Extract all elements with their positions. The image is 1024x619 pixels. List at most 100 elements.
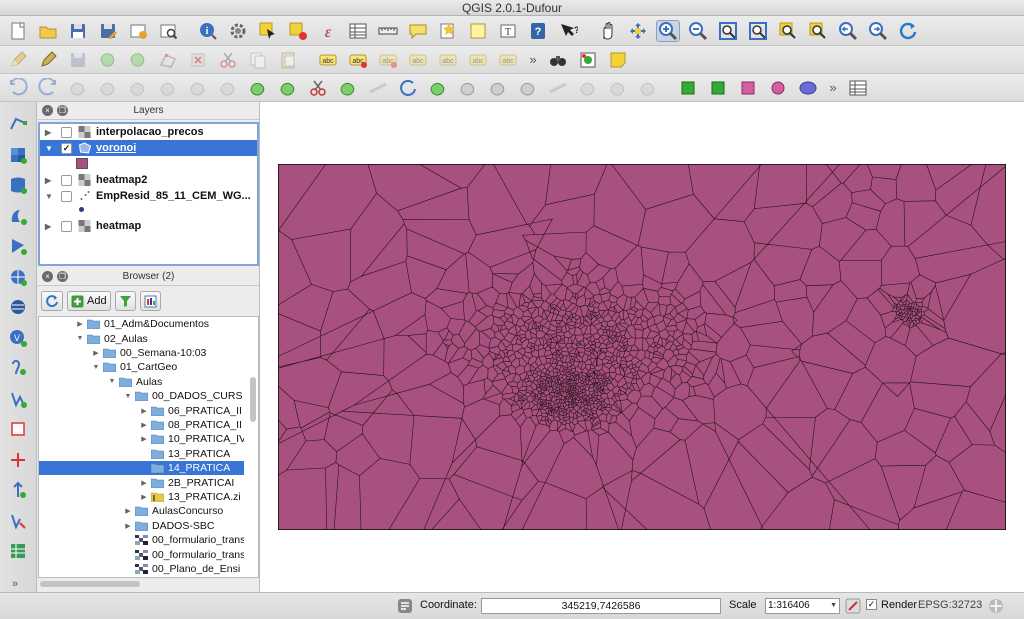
- current-edits-button[interactable]: [6, 49, 30, 71]
- voronoi-map-layer[interactable]: [278, 164, 1006, 530]
- chevron-down-icon[interactable]: ▼: [45, 144, 55, 153]
- close-panel-icon[interactable]: ×: [42, 271, 53, 282]
- add-postgis-layer-button[interactable]: [6, 174, 30, 196]
- chevron-down-icon[interactable]: ▼: [123, 393, 133, 400]
- tree-item[interactable]: ▶ 13_PRATICA.zi: [39, 490, 244, 504]
- paste-features-button[interactable]: [276, 49, 300, 71]
- layer-item[interactable]: ▼ ✓ voronoi: [40, 140, 257, 156]
- whats-this-button[interactable]: ?: [556, 20, 580, 42]
- undo-button[interactable]: [6, 77, 30, 99]
- simplify-feature-button[interactable]: [66, 77, 90, 99]
- poly-tool-a-button[interactable]: [456, 77, 480, 99]
- zoom-out-button[interactable]: [686, 20, 710, 42]
- measure-button[interactable]: [376, 20, 400, 42]
- zoom-in-button[interactable]: [656, 19, 680, 42]
- add-vector-layer-button[interactable]: [6, 113, 30, 135]
- chevron-right-icon[interactable]: ▶: [139, 479, 149, 487]
- save-as-button[interactable]: [96, 20, 120, 42]
- poly-tool-b-button[interactable]: [486, 77, 510, 99]
- text-annotation-button[interactable]: T: [496, 20, 520, 42]
- merge-attributes-button[interactable]: [426, 77, 450, 99]
- new-print-composer-button[interactable]: [126, 20, 150, 42]
- chevron-right-icon[interactable]: ▶: [123, 522, 133, 530]
- add-ring-button[interactable]: [96, 77, 120, 99]
- save-layer-edits-button[interactable]: [66, 49, 90, 71]
- shape-tool-a-button[interactable]: [576, 77, 600, 99]
- shape-tool-c-button[interactable]: [636, 77, 660, 99]
- rotate-point-symbols-button[interactable]: [396, 77, 420, 99]
- move-label-button[interactable]: abc: [436, 49, 460, 71]
- chevron-down-icon[interactable]: ▼: [107, 378, 117, 385]
- rectangle-tool-button[interactable]: [676, 77, 700, 99]
- layer-visibility-checkbox[interactable]: [61, 220, 72, 232]
- chevron-down-icon[interactable]: ▼: [45, 192, 55, 201]
- tree-item[interactable]: 14_PRATICA: [39, 461, 244, 476]
- square-tool-button[interactable]: [706, 77, 730, 99]
- messages-icon[interactable]: [397, 598, 413, 614]
- zoom-last-button[interactable]: [836, 20, 860, 42]
- layer-visibility-checkbox[interactable]: ✓: [61, 142, 72, 154]
- pin-labels-button[interactable]: abc: [376, 49, 400, 71]
- split-features-button[interactable]: [306, 77, 330, 99]
- add-wfs-layer-button[interactable]: V: [6, 327, 30, 349]
- add-part-button[interactable]: [126, 77, 150, 99]
- chevron-right-icon[interactable]: ▶: [45, 176, 55, 185]
- tree-item[interactable]: 00_Cronograma: [39, 576, 244, 577]
- split-parts-button[interactable]: [336, 77, 360, 99]
- change-label-button[interactable]: abc: [496, 49, 520, 71]
- layer-visibility-checkbox[interactable]: [61, 126, 72, 138]
- add-feature-button[interactable]: [96, 49, 120, 71]
- tree-item[interactable]: 13_PRATICA: [39, 447, 244, 461]
- layer-item[interactable]: ▼ EmpResid_85_11_CEM_WG...: [40, 188, 257, 204]
- tree-item[interactable]: ▼ 00_DADOS_CURS: [39, 389, 244, 403]
- cut-features-button[interactable]: [216, 49, 240, 71]
- tree-item[interactable]: ▼ 02_Aulas: [39, 331, 244, 345]
- horizontal-scrollbar[interactable]: [40, 581, 140, 587]
- save-project-button[interactable]: [66, 20, 90, 42]
- redo-button[interactable]: [36, 77, 60, 99]
- tree-item[interactable]: ▼ Aulas: [39, 375, 244, 389]
- refresh-button[interactable]: [41, 291, 63, 311]
- reshape-features-button[interactable]: [246, 77, 270, 99]
- chevron-right-icon[interactable]: ▶: [139, 421, 149, 429]
- ellipse-tool-button[interactable]: [796, 77, 820, 99]
- copy-features-button[interactable]: [246, 49, 270, 71]
- chevron-right-icon[interactable]: ▶: [139, 407, 149, 415]
- zoom-to-layer-button[interactable]: [806, 20, 830, 42]
- circle-tool-button[interactable]: [766, 77, 790, 99]
- layer-item[interactable]: ▶ heatmap2: [40, 172, 257, 188]
- open-project-button[interactable]: [36, 20, 60, 42]
- coordinate-field[interactable]: 345219,7426586: [481, 598, 721, 614]
- add-wms-layer-button[interactable]: [6, 266, 30, 288]
- tree-item[interactable]: ▶ AulasConcurso: [39, 504, 244, 518]
- merge-selected-button[interactable]: [366, 77, 390, 99]
- attribute-panel-button[interactable]: [846, 77, 870, 99]
- measure-angle-button[interactable]: [546, 77, 570, 99]
- plugin-tool-button[interactable]: [576, 49, 600, 71]
- offset-curve-button[interactable]: [276, 77, 300, 99]
- new-shapefile-layer-button[interactable]: [6, 388, 30, 410]
- help-contents-button[interactable]: ?: [526, 20, 550, 42]
- chevron-right-icon[interactable]: ▶: [139, 493, 149, 501]
- fill-ring-button[interactable]: [156, 77, 180, 99]
- poly-tool-c-button[interactable]: [516, 77, 540, 99]
- new-gpx-layer-button[interactable]: [6, 510, 30, 532]
- properties-button[interactable]: [139, 291, 161, 311]
- refresh-button[interactable]: [896, 20, 920, 42]
- chevron-right-icon[interactable]: ▶: [139, 435, 149, 443]
- regular-polygon-tool-button[interactable]: [736, 77, 760, 99]
- tree-item[interactable]: ▶ 00_Semana-10:03: [39, 346, 244, 360]
- tree-item[interactable]: ▶ 06_PRATICA_II: [39, 403, 244, 417]
- layer-labeling-button[interactable]: abc: [316, 49, 340, 71]
- tree-item[interactable]: 00_formulario_trans: [39, 533, 244, 547]
- node-tool-button[interactable]: [156, 49, 180, 71]
- stop-render-icon[interactable]: [845, 598, 861, 614]
- chevron-down-icon[interactable]: ▼: [75, 335, 85, 342]
- float-panel-icon[interactable]: ❐: [57, 105, 68, 116]
- toolbar-overflow-chevron[interactable]: »: [12, 578, 18, 590]
- add-oracle-layer-button[interactable]: [6, 449, 30, 471]
- tree-item[interactable]: 00_formulario_trans: [39, 547, 244, 561]
- map-tips-button[interactable]: [406, 20, 430, 42]
- pan-to-selection-button[interactable]: [626, 20, 650, 42]
- add-selected-layers-button[interactable]: Add: [67, 291, 111, 311]
